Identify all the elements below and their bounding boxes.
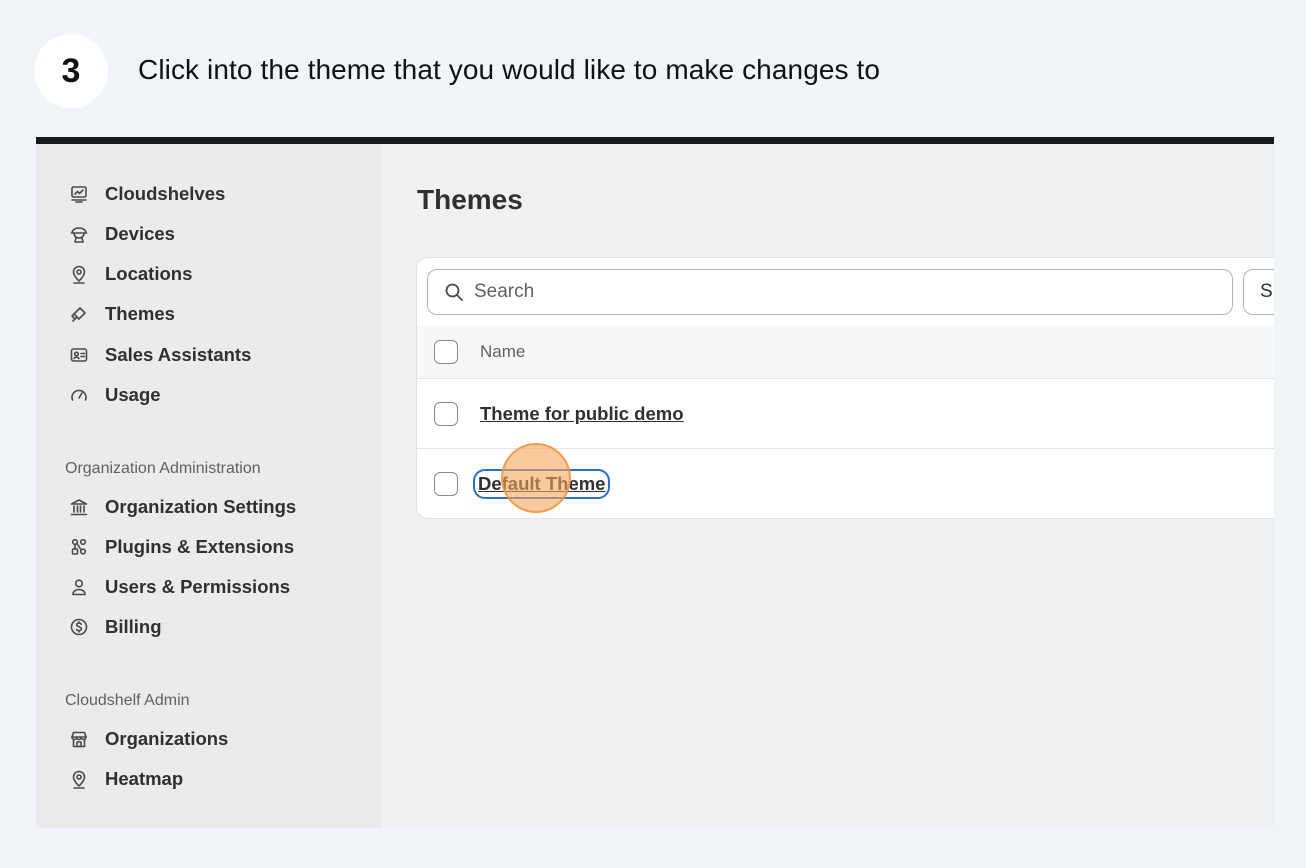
- plugins-icon: [68, 536, 90, 558]
- search-input[interactable]: [474, 281, 1174, 303]
- column-header-name: Name: [480, 342, 526, 361]
- table-row[interactable]: Default Theme: [417, 449, 1274, 518]
- search-row: S: [417, 258, 1274, 326]
- sidebar-item-devices[interactable]: Devices: [68, 221, 175, 247]
- table-row[interactable]: Theme for public demo: [417, 379, 1274, 449]
- sidebar-item-plugins-extensions[interactable]: Plugins & Extensions: [68, 534, 294, 560]
- bank-icon: [68, 496, 90, 518]
- sidebar-item-label: Users & Permissions: [105, 576, 291, 597]
- sidebar-item-sales-assistants[interactable]: Sales Assistants: [68, 342, 251, 368]
- cloudshelves-icon: [68, 183, 90, 205]
- sidebar-item-users-permissions[interactable]: Users & Permissions: [68, 574, 290, 600]
- sidebar: Cloudshelves Devices Locations Themes Sa: [36, 144, 382, 828]
- sidebar-item-usage[interactable]: Usage: [68, 382, 161, 408]
- main-content: Themes S Name Theme for public demo Defa…: [382, 144, 1274, 828]
- sidebar-item-organization-settings[interactable]: Organization Settings: [68, 494, 296, 520]
- search-field[interactable]: [427, 269, 1233, 315]
- sidebar-item-label: Themes: [105, 303, 175, 324]
- location-pin-icon: [68, 263, 90, 285]
- sidebar-item-label: Devices: [105, 223, 175, 244]
- section-label-organization-administration: Organization Administration: [65, 460, 261, 477]
- section-label-cloudshelf-admin: Cloudshelf Admin: [65, 692, 190, 709]
- location-pin-icon: [68, 768, 90, 790]
- theme-link[interactable]: Theme for public demo: [480, 403, 684, 425]
- sidebar-item-locations[interactable]: Locations: [68, 261, 192, 287]
- row-checkbox[interactable]: [434, 401, 458, 426]
- themes-table-card: S Name Theme for public demo Default The…: [416, 257, 1274, 519]
- store-icon: [68, 728, 90, 750]
- sidebar-item-label: Locations: [105, 263, 193, 284]
- sidebar-item-label: Usage: [105, 384, 161, 405]
- sidebar-item-themes[interactable]: Themes: [68, 301, 175, 327]
- step-instruction: Click into the theme that you would like…: [138, 54, 881, 85]
- devices-icon: [68, 223, 90, 245]
- sort-button[interactable]: S: [1243, 269, 1274, 315]
- table-header: Name: [417, 326, 1274, 379]
- sidebar-item-heatmap[interactable]: Heatmap: [68, 766, 183, 792]
- select-all-checkbox[interactable]: [434, 340, 458, 364]
- paint-brush-icon: [68, 303, 90, 325]
- sidebar-item-label: Sales Assistants: [105, 344, 252, 365]
- user-icon: [68, 576, 90, 598]
- dollar-circle-icon: [68, 616, 90, 638]
- page-title: Themes: [417, 184, 523, 215]
- sidebar-item-billing[interactable]: Billing: [68, 614, 162, 640]
- theme-link-default[interactable]: Default Theme: [472, 469, 611, 499]
- sidebar-item-label: Organizations: [105, 728, 229, 749]
- sidebar-item-label: Plugins & Extensions: [105, 536, 295, 557]
- step-number-badge: 3: [34, 34, 108, 108]
- sidebar-item-label: Organization Settings: [105, 496, 297, 517]
- sidebar-item-label: Heatmap: [105, 768, 184, 789]
- sidebar-item-cloudshelves[interactable]: Cloudshelves: [68, 181, 225, 207]
- sidebar-item-organizations[interactable]: Organizations: [68, 726, 228, 752]
- id-card-icon: [68, 344, 90, 366]
- app-screenshot-frame: Cloudshelves Devices Locations Themes Sa: [36, 137, 1274, 828]
- search-icon: [445, 283, 463, 301]
- row-checkbox[interactable]: [434, 472, 458, 496]
- sidebar-item-label: Billing: [105, 616, 162, 637]
- sidebar-item-label: Cloudshelves: [105, 183, 226, 204]
- gauge-icon: [68, 384, 90, 406]
